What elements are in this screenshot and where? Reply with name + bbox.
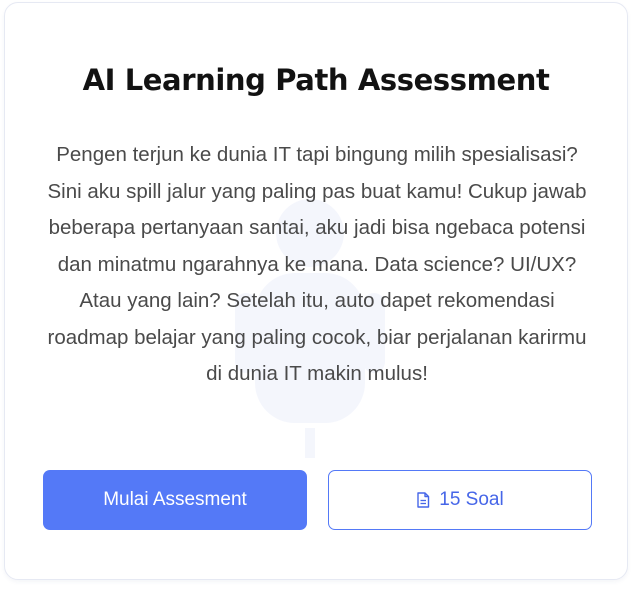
question-count-label: 15 Soal <box>439 489 504 510</box>
card-description: Pengen terjun ke dunia IT tapi bingung m… <box>47 143 587 385</box>
question-count-button[interactable]: 15 Soal <box>328 470 592 530</box>
document-icon <box>416 492 430 508</box>
assessment-card: AI Learning Path Assessment Pengen terju… <box>4 2 628 580</box>
start-assessment-button[interactable]: Mulai Assesment <box>43 470 307 530</box>
card-title: AI Learning Path Assessment <box>82 63 550 97</box>
start-assessment-label: Mulai Assesment <box>103 489 247 510</box>
